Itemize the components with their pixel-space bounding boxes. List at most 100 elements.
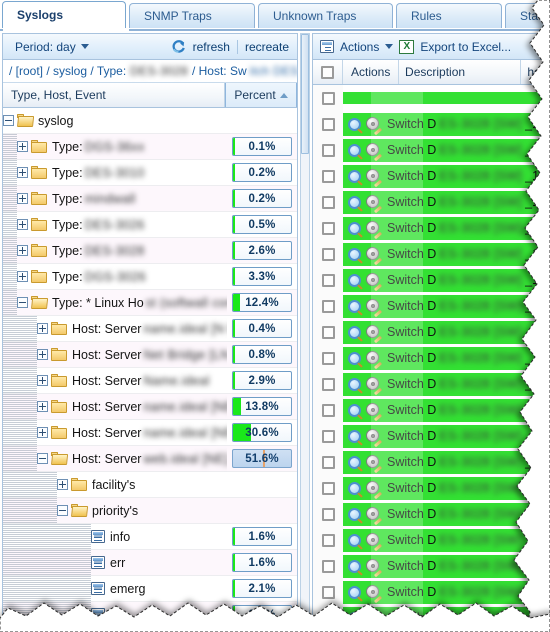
edit-settings-icon[interactable] [365, 142, 383, 161]
view-details-icon[interactable] [348, 585, 361, 599]
checkbox-box[interactable] [321, 273, 335, 287]
select-all-checkbox[interactable] [313, 60, 344, 84]
tree-row[interactable]: Type: mindwall 0.2% [3, 185, 297, 212]
tree-row[interactable]: Type: DES-3028 2.6% [3, 237, 297, 264]
view-details-icon[interactable] [348, 429, 361, 443]
recreate-button[interactable]: recreate [245, 40, 289, 54]
tab-rules[interactable]: Rules [396, 3, 502, 28]
edit-settings-icon[interactable] [365, 246, 383, 265]
checkbox-box[interactable] [321, 247, 335, 261]
breadcrumb-root[interactable]: / [root] / syslog / Type: [9, 64, 126, 78]
table-row[interactable]: Switch DES-3028 [SW]_192.1 [313, 475, 550, 501]
table-row[interactable]: Switch DES-3028 [SW]_192.1 [313, 111, 550, 137]
column-header-percent[interactable]: Percent [225, 83, 297, 107]
view-details-icon[interactable] [348, 403, 361, 417]
view-details-icon[interactable] [348, 559, 361, 573]
table-row[interactable]: Switch DES-3028 [SW]_192.1 [313, 293, 550, 319]
table-row[interactable]: Switch DES-3028 [SW]_192 [313, 605, 550, 622]
edit-settings-icon[interactable] [365, 194, 383, 213]
edit-settings-icon[interactable] [365, 506, 383, 525]
event-grid-rows[interactable]: Switch DES-3028 [SW]_192.1Switch DES-302… [313, 85, 550, 622]
table-row[interactable]: Switch DES-3028 [SW]_192.16 [313, 267, 550, 293]
view-details-icon[interactable] [348, 455, 361, 469]
row-checkbox[interactable] [313, 267, 343, 293]
tree-row[interactable]: Type: DES-3026 0.5% [3, 211, 297, 238]
refresh-button[interactable]: refresh [193, 40, 230, 54]
edit-settings-icon[interactable] [365, 454, 383, 473]
row-checkbox[interactable] [313, 85, 343, 111]
tree-row[interactable]: Type: * Linux Host (softwall comp) 12.4% [3, 289, 297, 316]
row-checkbox[interactable] [313, 345, 343, 371]
table-row[interactable]: Switch DES-3028 [SW]_192.168 [313, 241, 550, 267]
tree-row[interactable]: err 1.6% [3, 549, 297, 576]
view-details-icon[interactable] [348, 507, 361, 521]
row-checkbox[interactable] [313, 475, 343, 501]
collapse-toggle-icon[interactable] [17, 297, 28, 308]
edit-settings-icon[interactable] [365, 532, 383, 551]
view-details-icon[interactable] [348, 377, 361, 391]
checkbox-box[interactable] [321, 403, 335, 417]
expand-toggle-icon[interactable] [57, 479, 68, 490]
row-checkbox[interactable] [313, 397, 343, 423]
checkbox-box[interactable] [321, 507, 335, 521]
table-row[interactable]: Switch DES-3028 [SW]_192. [313, 371, 550, 397]
edit-settings-icon[interactable] [365, 558, 383, 577]
tab-syslogs[interactable]: Syslogs [2, 1, 126, 28]
checkbox-box[interactable] [321, 91, 335, 105]
column-header-description[interactable]: Description [399, 60, 522, 84]
view-details-icon[interactable] [348, 351, 361, 365]
edit-settings-icon[interactable] [365, 168, 383, 187]
table-row[interactable]: Switch DES-3028 [SW]_192.168 [313, 137, 550, 163]
edit-settings-icon[interactable] [365, 272, 383, 291]
view-details-icon[interactable] [348, 247, 361, 261]
table-row[interactable]: Switch DES-3028 [SW]_192.16 [313, 319, 550, 345]
edit-settings-icon[interactable] [365, 220, 383, 239]
edit-settings-icon[interactable] [365, 584, 383, 603]
edit-settings-icon[interactable] [365, 298, 383, 317]
view-details-icon[interactable] [348, 195, 361, 209]
checkbox-box[interactable] [321, 559, 335, 573]
view-details-icon[interactable] [348, 117, 361, 131]
column-header-host[interactable]: host [521, 60, 550, 84]
table-row[interactable]: Switch DES-3028 [SW]_192.16 [313, 553, 550, 579]
checkbox-box[interactable] [321, 351, 335, 365]
view-details-icon[interactable] [348, 299, 361, 313]
checkbox-box[interactable] [321, 533, 335, 547]
tree-row[interactable]: Type: DGS-36xx 0.1% [3, 133, 297, 160]
expand-toggle-icon[interactable] [17, 219, 28, 230]
expand-toggle-icon[interactable] [37, 427, 48, 438]
table-row[interactable] [313, 85, 550, 111]
tree-row[interactable]: Host: Servername.ideal [NE] 13.8% [3, 393, 297, 420]
expand-toggle-icon[interactable] [37, 323, 48, 334]
edit-settings-icon[interactable] [365, 428, 383, 447]
tree-row[interactable]: Host: Servername.ideal [N E 0.4% [3, 315, 297, 342]
table-row[interactable]: Switch DES-3028 [SW]_192.168 [313, 215, 550, 241]
row-checkbox[interactable] [313, 163, 343, 189]
table-row[interactable]: Switch DES-3028 [SW]_192.1 [313, 501, 550, 527]
tab-stat[interactable]: Stat [505, 3, 550, 28]
expand-toggle-icon[interactable] [17, 193, 28, 204]
expand-toggle-icon[interactable] [37, 401, 48, 412]
tree-list[interactable]: syslog Type: DGS-36xx 0.1% Type: DES-3010 0.… [3, 108, 297, 622]
checkbox-box[interactable] [321, 325, 335, 339]
row-checkbox[interactable] [313, 605, 343, 622]
checkbox-box[interactable] [321, 195, 335, 209]
collapse-toggle-icon[interactable] [3, 115, 14, 126]
tree-row[interactable]: priority's [3, 497, 297, 524]
checkbox-box[interactable] [321, 65, 335, 79]
actions-dropdown[interactable]: Actions [340, 40, 379, 54]
view-details-icon[interactable] [348, 533, 361, 547]
row-checkbox[interactable] [313, 423, 343, 449]
edit-settings-icon[interactable] [365, 610, 383, 622]
row-checkbox[interactable] [313, 241, 343, 267]
collapse-toggle-icon[interactable] [37, 453, 48, 464]
expand-toggle-icon[interactable] [17, 271, 28, 282]
tab-snmp-traps[interactable]: SNMP Traps [129, 3, 255, 28]
tree-row[interactable]: Host: Servername.ideal [NE] 30.6% [3, 419, 297, 446]
tree-row[interactable]: Host: Server Name.ideal 2.9% [3, 367, 297, 394]
view-details-icon[interactable] [348, 169, 361, 183]
row-checkbox[interactable] [313, 527, 343, 553]
expand-toggle-icon[interactable] [17, 245, 28, 256]
edit-settings-icon[interactable] [365, 350, 383, 369]
tab-unknown-traps[interactable]: Unknown Traps [258, 3, 393, 28]
